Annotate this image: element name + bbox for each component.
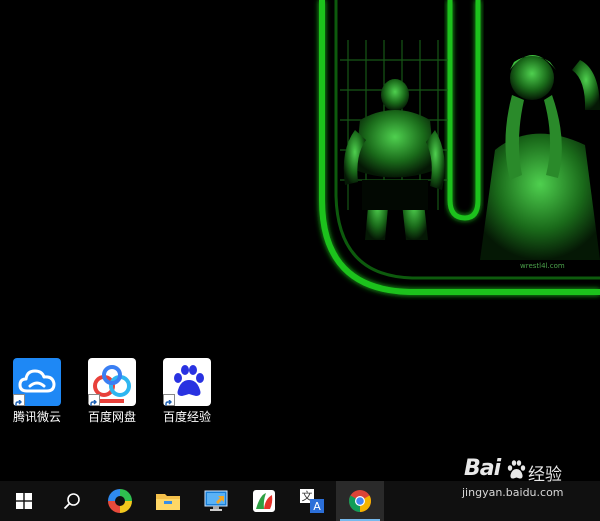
taskbar: 文 A: [0, 481, 600, 521]
red-green-app-icon: [253, 490, 275, 512]
desktop-icon-tencent-weiyun[interactable]: 腾讯微云: [2, 358, 72, 432]
baidu-jingyan-paw-icon: [163, 358, 211, 406]
colorful-app-icon: [108, 489, 132, 513]
desktop-icon-baidu-jingyan[interactable]: 百度经验: [152, 358, 222, 432]
shortcut-arrow-icon: [13, 394, 25, 406]
desktop-icon-label: 百度经验: [162, 410, 211, 424]
shortcut-arrow-icon: [163, 394, 175, 406]
taskbar-app-colorful[interactable]: [96, 481, 144, 521]
start-button[interactable]: [0, 481, 48, 521]
search-icon: [63, 493, 80, 510]
windows-start-icon: [16, 493, 32, 509]
desktop-icon-label: 百度网盘: [87, 410, 136, 424]
chrome-icon: [349, 490, 371, 512]
desktop-icon-label: 腾讯微云: [12, 410, 61, 424]
taskbar-remote-desktop[interactable]: [192, 481, 240, 521]
desktop-icon-baidu-netdisk[interactable]: 百度网盘: [77, 358, 147, 432]
svg-text:wrestl4l.com: wrestl4l.com: [520, 262, 565, 270]
baidu-netdisk-icon: [88, 358, 136, 406]
shortcut-arrow-icon: [88, 394, 100, 406]
taskbar-chrome[interactable]: [336, 481, 384, 521]
taskbar-translate[interactable]: 文 A: [288, 481, 336, 521]
tencent-weiyun-cloud-icon: [13, 358, 61, 406]
file-explorer-icon: [156, 494, 180, 510]
translate-icon: 文 A: [300, 489, 324, 513]
taskbar-file-explorer[interactable]: [144, 481, 192, 521]
wallpaper-artwork: wrestl4l.com: [319, 0, 600, 295]
taskbar-red-green-app[interactable]: [240, 481, 288, 521]
desktop: wrestl4l.com 腾讯微云 百度网盘 百度经验: [0, 0, 600, 481]
svg-text:A: A: [313, 500, 321, 513]
remote-desktop-icon: [204, 490, 228, 511]
search-button[interactable]: [48, 481, 96, 521]
